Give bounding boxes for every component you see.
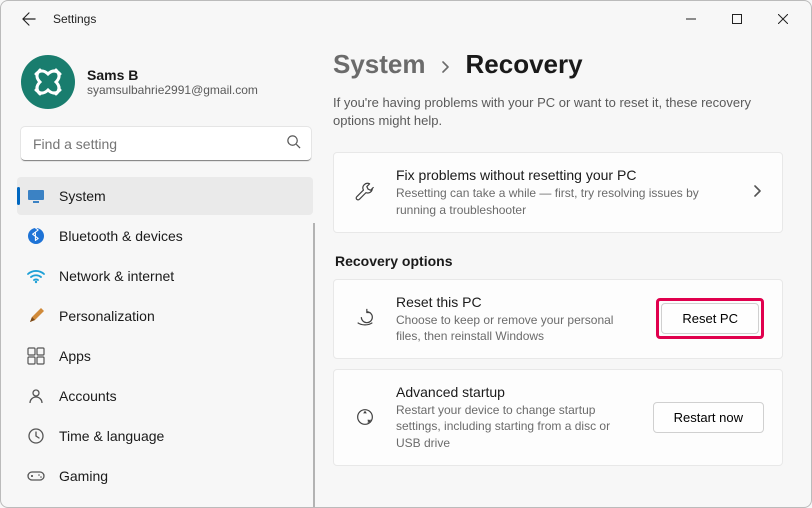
fix-problems-card[interactable]: Fix problems without resetting your PC R… (333, 152, 783, 232)
close-button[interactable] (761, 4, 805, 34)
restart-icon (352, 404, 378, 430)
search-icon (286, 134, 301, 154)
sidebar-item-bluetooth-devices[interactable]: Bluetooth & devices (17, 217, 313, 255)
close-icon (778, 14, 788, 24)
back-button[interactable] (15, 5, 43, 33)
sidebar-item-label: Bluetooth & devices (59, 228, 183, 244)
sidebar-item-label: Time & language (59, 428, 164, 444)
minimize-icon (686, 14, 696, 24)
bluetooth-icon (27, 227, 45, 245)
card-desc: Restart your device to change startup se… (396, 402, 635, 451)
reset-pc-card: Reset this PC Choose to keep or remove y… (333, 279, 783, 359)
system-icon (27, 187, 45, 205)
card-desc: Choose to keep or remove your personal f… (396, 312, 638, 344)
breadcrumb: System Recovery (333, 49, 783, 80)
card-title: Fix problems without resetting your PC (396, 167, 734, 183)
advanced-startup-card: Advanced startup Restart your device to … (333, 369, 783, 466)
sidebar-item-label: Gaming (59, 468, 108, 484)
profile-email: syamsulbahrie2991@gmail.com (87, 83, 258, 97)
brush-icon (27, 307, 45, 325)
sidebar-item-label: System (59, 188, 106, 204)
sidebar-item-label: Accounts (59, 388, 117, 404)
chevron-right-icon (440, 57, 452, 78)
window-title: Settings (53, 12, 96, 26)
sidebar-item-label: Network & internet (59, 268, 174, 284)
search-input[interactable] (21, 127, 311, 161)
maximize-button[interactable] (715, 4, 759, 34)
sidebar-item-label: Personalization (59, 308, 155, 324)
recovery-options-heading: Recovery options (335, 253, 783, 269)
reset-pc-button[interactable]: Reset PC (661, 303, 759, 334)
avatar-icon (30, 64, 66, 100)
gaming-icon (27, 467, 45, 485)
card-title: Reset this PC (396, 294, 638, 310)
sidebar-item-accounts[interactable]: Accounts (17, 377, 313, 415)
wrench-icon (352, 180, 378, 206)
sidebar-item-network-internet[interactable]: Network & internet (17, 257, 313, 295)
chevron-right-icon (752, 184, 764, 202)
search-container (21, 127, 311, 161)
sidebar-scrollbar[interactable] (313, 223, 315, 507)
profile-block[interactable]: Sams B syamsulbahrie2991@gmail.com (17, 47, 315, 127)
sidebar: Sams B syamsulbahrie2991@gmail.com Syste… (1, 37, 321, 507)
back-arrow-icon (22, 12, 36, 26)
sidebar-item-label: Apps (59, 348, 91, 364)
breadcrumb-parent[interactable]: System (333, 49, 426, 80)
card-desc: Resetting can take a while — first, try … (396, 185, 734, 217)
content: System Recovery If you're having problem… (321, 37, 811, 507)
minimize-button[interactable] (669, 4, 713, 34)
profile-name: Sams B (87, 67, 258, 83)
accounts-icon (27, 387, 45, 405)
sidebar-item-personalization[interactable]: Personalization (17, 297, 313, 335)
breadcrumb-current: Recovery (466, 49, 583, 80)
card-title: Advanced startup (396, 384, 635, 400)
time-icon (27, 427, 45, 445)
nav: System Bluetooth & devices Network & inter… (17, 177, 315, 507)
avatar (21, 55, 75, 109)
restart-now-button[interactable]: Restart now (653, 402, 764, 433)
sidebar-item-gaming[interactable]: Gaming (17, 457, 313, 495)
reset-icon (352, 306, 378, 332)
titlebar: Settings (1, 1, 811, 37)
apps-icon (27, 347, 45, 365)
intro-text: If you're having problems with your PC o… (333, 94, 783, 130)
sidebar-item-apps[interactable]: Apps (17, 337, 313, 375)
maximize-icon (732, 14, 742, 24)
reset-pc-highlight: Reset PC (656, 298, 764, 339)
sidebar-item-time-language[interactable]: Time & language (17, 417, 313, 455)
wifi-icon (27, 267, 45, 285)
window-controls (669, 4, 805, 34)
sidebar-item-system[interactable]: System (17, 177, 313, 215)
